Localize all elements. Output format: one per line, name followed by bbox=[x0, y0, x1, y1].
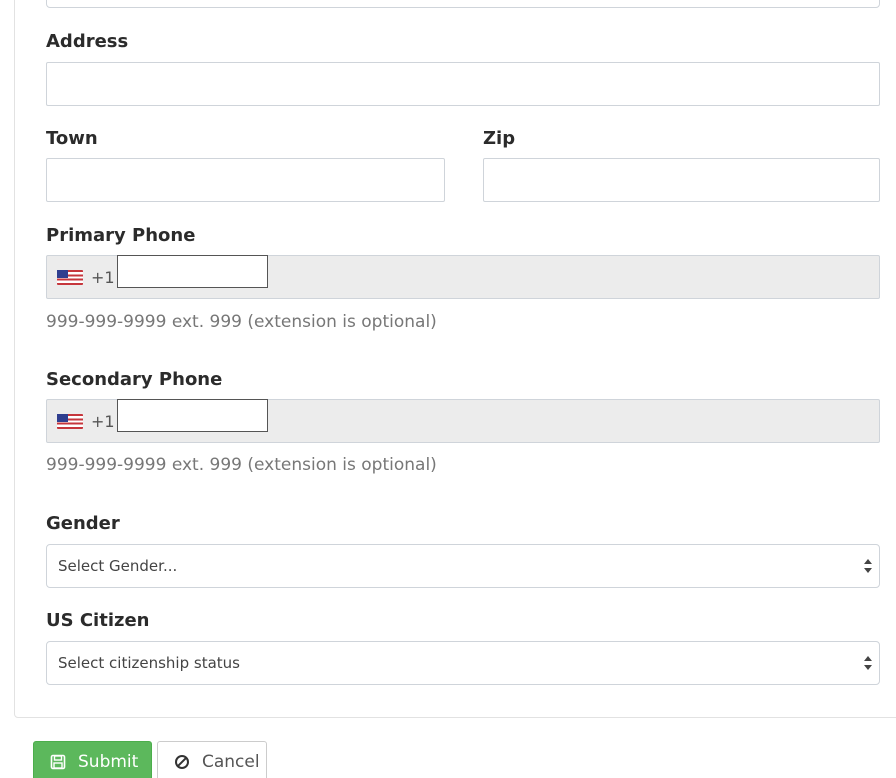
secondary-phone-label: Secondary Phone bbox=[46, 369, 223, 390]
address-input[interactable] bbox=[46, 62, 880, 106]
us-citizen-select-value: Select citizenship status bbox=[58, 654, 240, 672]
us-flag-icon bbox=[57, 413, 83, 429]
country-selector[interactable]: +1 bbox=[47, 256, 117, 298]
dial-code: +1 bbox=[91, 411, 115, 431]
primary-phone-input[interactable] bbox=[117, 255, 268, 288]
zip-input[interactable] bbox=[483, 158, 880, 202]
floppy-disk-icon bbox=[50, 754, 66, 770]
cancel-label: Cancel bbox=[202, 752, 260, 772]
zip-label: Zip bbox=[483, 128, 516, 149]
sort-arrows-icon bbox=[864, 559, 872, 573]
sort-arrows-icon bbox=[864, 656, 872, 670]
dial-code: +1 bbox=[91, 267, 115, 287]
gender-label: Gender bbox=[46, 513, 120, 534]
previous-field[interactable] bbox=[46, 0, 880, 8]
form-page: Address Town Zip Primary Phone +1 999-99… bbox=[0, 0, 896, 778]
ban-icon bbox=[175, 755, 189, 769]
gender-select[interactable]: Select Gender... bbox=[46, 544, 880, 588]
primary-phone-label: Primary Phone bbox=[46, 225, 196, 246]
country-selector[interactable]: +1 bbox=[47, 400, 117, 442]
submit-label: Submit bbox=[78, 752, 139, 772]
us-flag-icon bbox=[57, 269, 83, 285]
secondary-phone-help: 999-999-9999 ext. 999 (extension is opti… bbox=[46, 455, 437, 475]
town-input[interactable] bbox=[46, 158, 445, 202]
us-citizen-select[interactable]: Select citizenship status bbox=[46, 641, 880, 685]
cancel-button[interactable]: Cancel bbox=[157, 741, 267, 778]
address-label: Address bbox=[46, 31, 129, 52]
primary-phone-help: 999-999-9999 ext. 999 (extension is opti… bbox=[46, 312, 437, 332]
gender-select-value: Select Gender... bbox=[58, 557, 178, 575]
submit-button[interactable]: Submit bbox=[33, 741, 152, 778]
secondary-phone-input[interactable] bbox=[117, 399, 268, 432]
primary-phone-field: +1 bbox=[46, 255, 880, 299]
us-citizen-label: US Citizen bbox=[46, 610, 150, 631]
secondary-phone-field: +1 bbox=[46, 399, 880, 443]
town-label: Town bbox=[46, 128, 98, 149]
